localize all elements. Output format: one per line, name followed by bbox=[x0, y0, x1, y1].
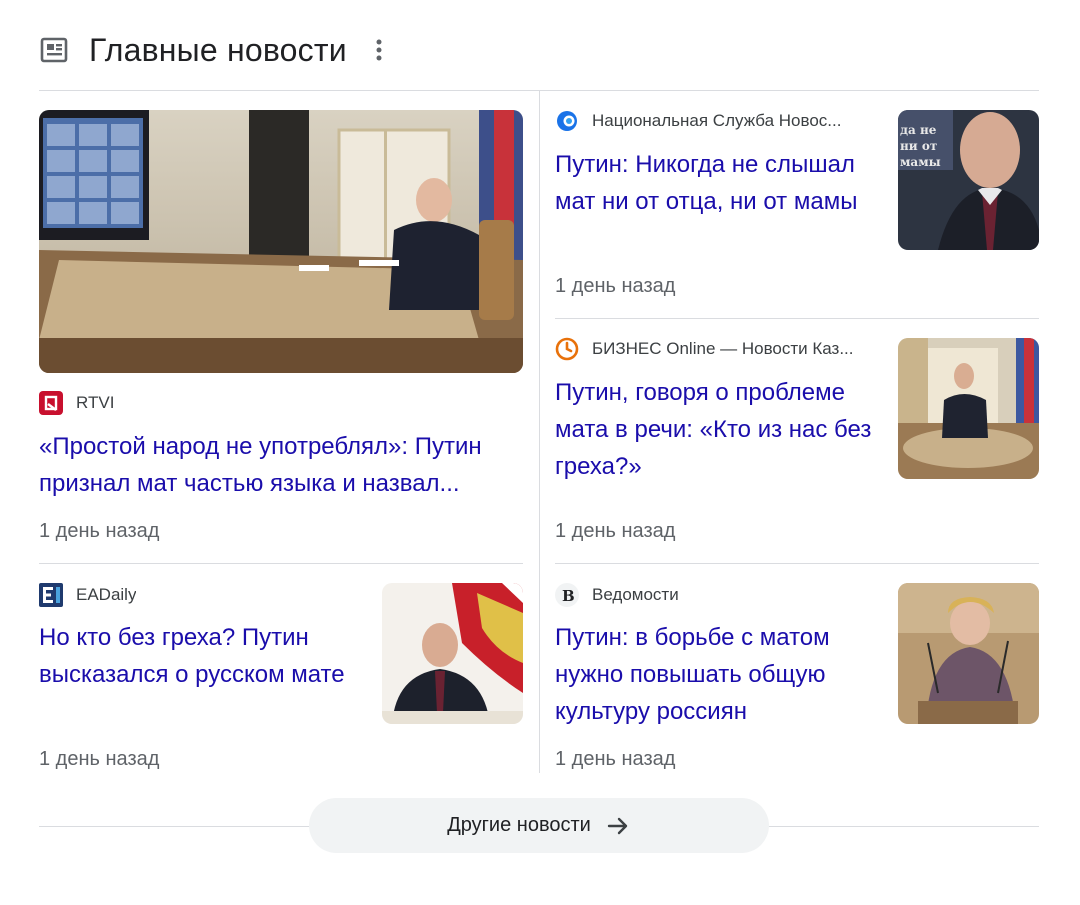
article-source: EADaily bbox=[39, 583, 359, 607]
source-name: RTVI bbox=[76, 393, 115, 412]
article-source: В Ведомости bbox=[555, 583, 875, 607]
vedomosti-logo-icon: В bbox=[555, 583, 579, 607]
article-time: 1 день назад bbox=[39, 520, 160, 542]
article-time: 1 день назад bbox=[555, 748, 676, 770]
article-source: RTVI bbox=[39, 391, 519, 415]
arrow-right-icon bbox=[605, 813, 631, 839]
eadaily-logo-icon bbox=[39, 583, 63, 607]
article-thumbnail[interactable] bbox=[382, 583, 523, 724]
column-divider bbox=[539, 91, 540, 773]
svg-text:В: В bbox=[562, 587, 575, 605]
article-headline[interactable]: Но кто без греха? Путин высказался о рус… bbox=[39, 619, 359, 693]
more-news-label: Другие новости bbox=[447, 814, 591, 836]
source-name: БИЗНЕС Online — Новости Каз... bbox=[592, 339, 854, 358]
article-thumbnail[interactable] bbox=[39, 110, 523, 373]
row-divider bbox=[39, 563, 523, 564]
article-thumbnail[interactable] bbox=[898, 583, 1039, 724]
section-title: Главные новости bbox=[89, 31, 347, 68]
article-thumbnail[interactable] bbox=[898, 338, 1039, 479]
source-name: Национальная Служба Новос... bbox=[592, 111, 842, 130]
article-source: Национальная Служба Новос... bbox=[555, 109, 875, 133]
top-stories-card: Главные новости RTVI «Простой народ не у… bbox=[0, 0, 1080, 905]
more-options-icon[interactable] bbox=[369, 35, 389, 65]
article-time: 1 день назад bbox=[555, 520, 676, 542]
article-thumbnail[interactable]: да не ни от мамы bbox=[898, 110, 1039, 250]
article-headline[interactable]: Путин: Никогда не слышал мат ни от отца,… bbox=[555, 146, 875, 220]
source-name: EADaily bbox=[76, 585, 137, 604]
business-online-logo-icon bbox=[555, 337, 579, 361]
article-headline[interactable]: Путин, говоря о проблеме мата в речи: «К… bbox=[555, 374, 875, 485]
nsn-logo-icon bbox=[555, 109, 579, 133]
section-header: Главные новости bbox=[39, 24, 389, 76]
article-headline[interactable]: «Простой народ не употреблял»: Путин при… bbox=[39, 428, 519, 502]
newspaper-icon bbox=[39, 35, 69, 65]
article-source: БИЗНЕС Online — Новости Каз... bbox=[555, 337, 875, 361]
svg-text:да не: да не bbox=[900, 123, 937, 137]
article-time: 1 день назад bbox=[39, 748, 160, 770]
article-time: 1 день назад bbox=[555, 275, 676, 297]
svg-text:мамы: мамы bbox=[900, 155, 941, 169]
rtvi-logo-icon bbox=[39, 391, 63, 415]
row-divider bbox=[555, 563, 1039, 564]
source-name: Ведомости bbox=[592, 585, 679, 604]
article-headline[interactable]: Путин: в борьбе с матом нужно повышать о… bbox=[555, 619, 875, 730]
svg-text:ни от: ни от bbox=[900, 139, 937, 153]
row-divider bbox=[555, 318, 1039, 319]
more-news-button[interactable]: Другие новости bbox=[309, 798, 769, 853]
